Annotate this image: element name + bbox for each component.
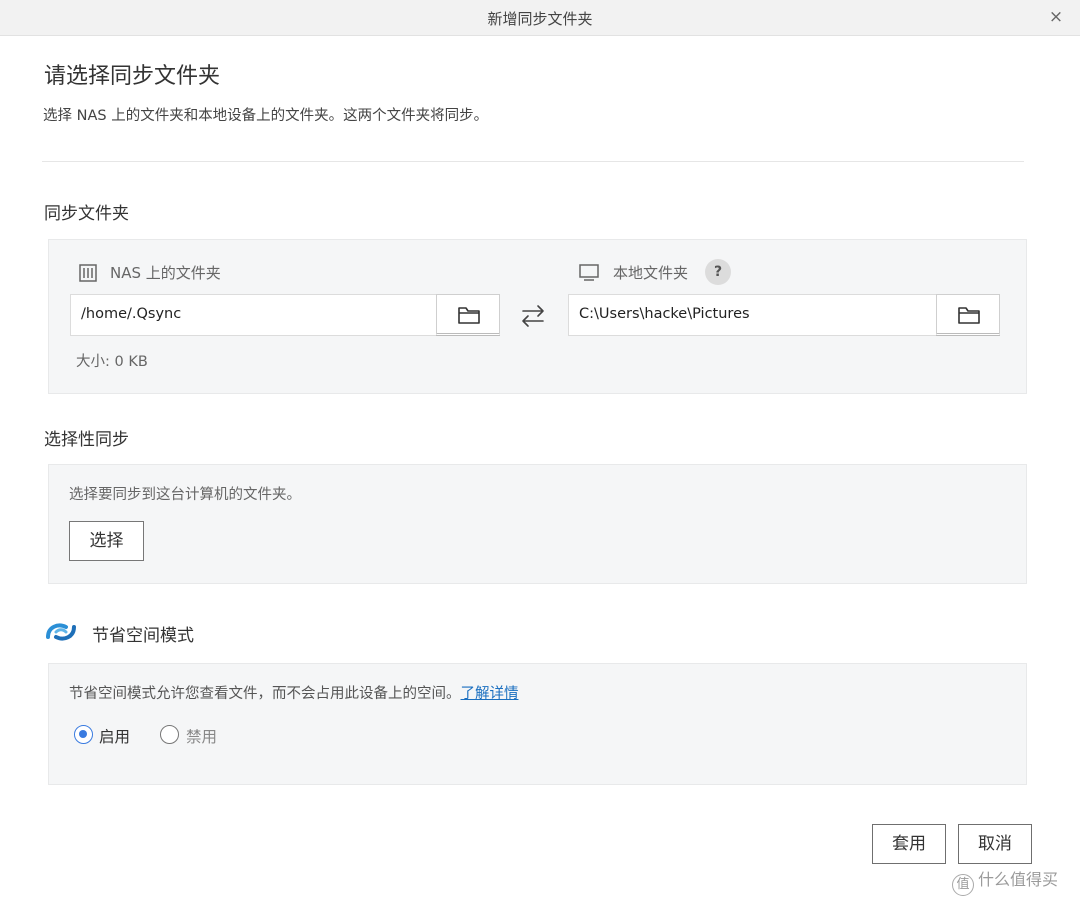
page-subtitle: 选择 NAS 上的文件夹和本地设备上的文件夹。这两个文件夹将同步。 — [43, 108, 489, 124]
qsync-logo-icon — [46, 623, 76, 641]
space-saving-description-text: 节省空间模式允许您查看文件，而不会占用此设备上的空间。 — [69, 686, 461, 702]
space-saving-section-label: 节省空间模式 — [92, 626, 194, 646]
watermark-logo-icon: 值 — [952, 874, 974, 896]
swap-arrows-icon — [522, 305, 544, 327]
header-divider — [42, 161, 1024, 162]
selective-sync-panel — [48, 464, 1027, 584]
disable-radio[interactable] — [160, 725, 179, 744]
selective-sync-section-label: 选择性同步 — [44, 430, 129, 450]
learn-more-link[interactable]: 了解详情 — [461, 686, 519, 702]
space-saving-description: 节省空间模式允许您查看文件，而不会占用此设备上的空间。了解详情 — [69, 682, 519, 703]
computer-monitor-icon — [579, 264, 599, 281]
help-icon[interactable]: ? — [705, 259, 731, 285]
dialog-titlebar: 新增同步文件夹 × — [0, 0, 1080, 36]
select-folders-button[interactable]: 选择 — [69, 521, 144, 561]
nas-browse-button[interactable] — [436, 294, 500, 336]
nas-path-field[interactable]: /home/.Qsync — [70, 294, 500, 336]
nas-folder-size: 大小: 0 KB — [76, 354, 148, 370]
nas-path-value: /home/.Qsync — [81, 306, 182, 322]
folder-icon — [458, 307, 480, 324]
enable-radio[interactable] — [74, 725, 93, 744]
watermark: 值什么值得买 — [952, 866, 1058, 896]
local-browse-button[interactable] — [936, 294, 1000, 336]
local-path-field[interactable]: C:\Users\hacke\Pictures — [568, 294, 1000, 336]
dialog-title: 新增同步文件夹 — [487, 10, 593, 28]
local-path-value: C:\Users\hacke\Pictures — [579, 306, 750, 322]
enable-radio-label[interactable]: 启用 — [99, 725, 130, 747]
close-icon[interactable]: × — [1046, 7, 1066, 27]
nas-folder-label: NAS 上的文件夹 — [110, 264, 221, 282]
watermark-text: 什么值得买 — [978, 870, 1059, 889]
disable-radio-label[interactable]: 禁用 — [186, 725, 217, 747]
apply-button[interactable]: 套用 — [872, 824, 946, 864]
nas-server-icon — [79, 264, 97, 282]
page-heading: 请选择同步文件夹 — [44, 64, 221, 89]
cancel-button[interactable]: 取消 — [958, 824, 1032, 864]
sync-folder-section-label: 同步文件夹 — [44, 204, 129, 224]
selective-sync-description: 选择要同步到这台计算机的文件夹。 — [69, 487, 301, 503]
local-folder-label: 本地文件夹 — [613, 264, 689, 282]
folder-icon — [958, 307, 980, 324]
